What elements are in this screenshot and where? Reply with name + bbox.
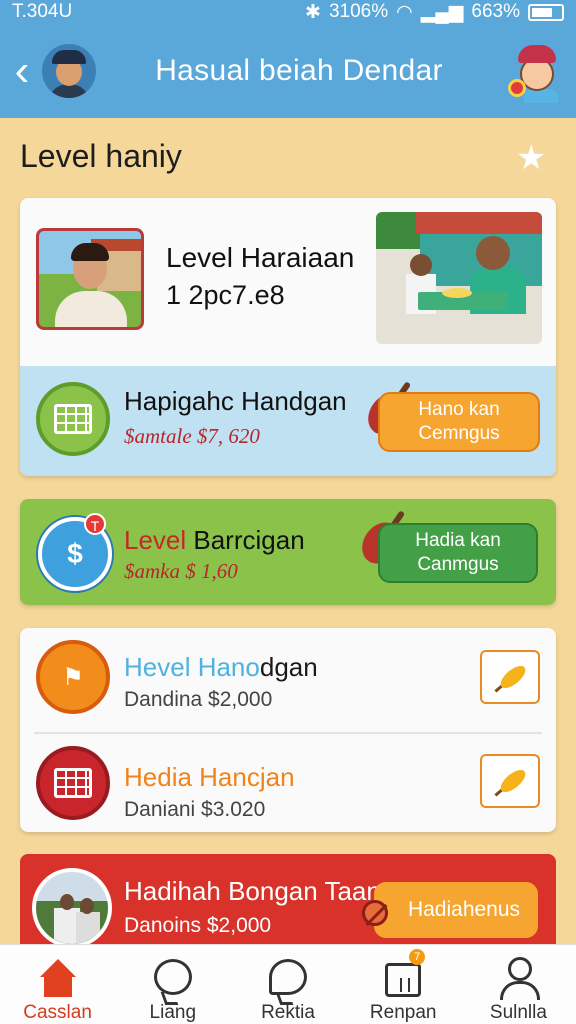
- message-icon: [266, 957, 310, 998]
- list-item-title: Hevel Hanodgan: [124, 652, 318, 682]
- classroom-photo: [376, 212, 542, 344]
- featured-card[interactable]: Level Haraiaan 1 2pc7.e8 Hapigahc Handga…: [20, 198, 556, 476]
- app-header: ‹ Hasual beiah Dendar: [0, 24, 576, 118]
- nav-label: Liang: [149, 1002, 197, 1023]
- notification-badge: T: [84, 513, 106, 535]
- nav-item-home[interactable]: Casslan: [0, 945, 115, 1024]
- level-title: Level Barrcigan: [124, 525, 305, 555]
- cell-signal-icon: ▂▄▆: [420, 1, 464, 23]
- bluetooth-icon: ✱: [305, 1, 321, 23]
- nav-label: Renpan: [369, 1002, 437, 1023]
- avatar[interactable]: [42, 44, 96, 98]
- section-title: Level haniy: [20, 138, 182, 174]
- bonus-card[interactable]: Hadihah Bongan Taanus Danoins $2,000 Had…: [20, 854, 556, 954]
- nav-item-profile[interactable]: Sulnlla: [461, 945, 576, 1024]
- reward-amount: $amtale $7, 620: [124, 424, 260, 448]
- profile-photo: [36, 228, 144, 330]
- status-bar: T.304U ✱ 3106% ◠ ▂▄▆ 663%: [0, 0, 576, 24]
- wifi-icon: ◠: [396, 1, 413, 23]
- star-icon[interactable]: ★: [516, 138, 546, 178]
- leaf-button[interactable]: [480, 754, 540, 808]
- nav-label: Sulnlla: [489, 1002, 547, 1023]
- nav-item-liang[interactable]: Liang: [115, 945, 230, 1024]
- chat-icon: [151, 957, 195, 998]
- list-item-amount: Dandina $2,000: [124, 688, 273, 711]
- battery-icon: [528, 3, 564, 21]
- reward-band: Hapigahc Handgan $amtale $7, 620 Hano ka…: [20, 366, 556, 476]
- grid-icon: [36, 382, 110, 456]
- grid-icon: [36, 746, 110, 820]
- user-icon: [496, 957, 541, 1000]
- bonus-button[interactable]: Hadiahenus: [374, 882, 538, 938]
- featured-subtitle: 1 2pc7.e8: [166, 280, 285, 310]
- level-amount: $amka $ 1,60: [124, 559, 238, 583]
- status-signal-text: 3106%: [328, 1, 389, 22]
- leaf-button[interactable]: [480, 650, 540, 704]
- page-title: Hasual beiah Dendar: [155, 54, 443, 87]
- list-item-title: Hedia Hancjan: [124, 762, 295, 792]
- reward-list-card: ⚑ Hevel Hanodgan Dandina $2,000 Hedia Ha…: [20, 628, 556, 832]
- status-left-text: T.304U: [12, 1, 73, 22]
- calendar-icon: 7: [381, 949, 426, 998]
- nav-item-renpan[interactable]: 7 Renpan: [346, 945, 461, 1024]
- claim-button[interactable]: Hano kan Cemngus: [378, 392, 540, 452]
- bottom-nav: Casslan Liang Rektia 7 Renpan Sulnlla: [0, 944, 576, 1024]
- family-photo: [32, 868, 112, 948]
- reward-title: Hapigahc Handgan: [124, 386, 347, 416]
- battery-text: 663%: [471, 1, 520, 22]
- calendar-badge: 7: [409, 949, 426, 965]
- no-icon: [362, 900, 388, 926]
- nav-label: Casslan: [23, 1002, 92, 1023]
- nav-item-rektia[interactable]: Rektia: [230, 945, 345, 1024]
- status-right: ✱ 3106% ◠ ▂▄▆ 663%: [305, 1, 564, 24]
- bonus-amount: Danoins $2,000: [124, 914, 272, 937]
- nav-label: Rektia: [261, 1002, 315, 1023]
- list-item-amount: Daniani $3.020: [124, 798, 266, 821]
- divider: [34, 732, 542, 734]
- map-icon: ⚑: [36, 640, 110, 714]
- level-card[interactable]: $ T Level Barrcigan $amka $ 1,60 Hadia k…: [20, 499, 556, 605]
- claim-button-2[interactable]: Hadia kan Canmgus: [378, 523, 538, 583]
- featured-title: Level Haraiaan: [166, 242, 355, 273]
- home-icon: [36, 957, 80, 998]
- back-arrow-icon[interactable]: ‹: [2, 41, 42, 101]
- mascot-avatar[interactable]: [502, 39, 566, 103]
